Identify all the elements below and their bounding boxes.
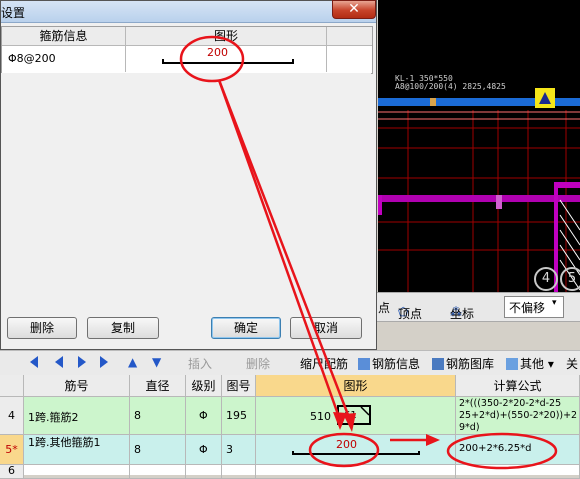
shape-length: 510 — [310, 410, 331, 423]
rebar-grid: 筋号 直径(mm) 级别 图号 图形 计算公式 4 1跨.箍筋2 8 Φ 195… — [0, 375, 580, 479]
cad-canvas[interactable]: KL-1 350*550 A8@100/200(4) 2825,4825 4 5 — [378, 0, 580, 292]
shape-inner-value: 61 — [344, 410, 357, 421]
row-header-corner — [0, 375, 24, 397]
empty-cell[interactable] — [456, 465, 580, 479]
col-bar-number[interactable]: 筋号 — [24, 375, 130, 397]
grade-cell[interactable]: Φ — [186, 397, 222, 435]
scale-rebar-button[interactable]: 缩尺配筋 — [300, 355, 348, 372]
figure-cell[interactable]: 195 — [222, 397, 256, 435]
close-icon: ✕ — [348, 1, 360, 17]
straight-bar-shape — [162, 59, 294, 64]
straight-bar-shape — [292, 451, 420, 455]
col-diameter[interactable]: 直径(mm) — [130, 375, 186, 415]
library-icon — [432, 358, 444, 370]
close-button[interactable]: ✕ — [332, 0, 376, 19]
header-filler — [327, 27, 372, 46]
first-record-icon[interactable] — [30, 356, 38, 368]
offset-select[interactable]: 不偏移 ▾ — [504, 296, 564, 318]
stirrup-table: 箍筋信息 图形 Φ8@200 200 — [1, 26, 373, 74]
up-arrow-icon[interactable]: ▲ — [128, 355, 137, 369]
axis-number-4: 4 — [534, 267, 558, 291]
diameter-cell[interactable]: 8 — [130, 435, 186, 465]
empty-cell[interactable] — [222, 465, 256, 479]
rebar-info-button[interactable]: 钢筋信息 — [358, 355, 420, 372]
formula-line: 9*d) — [459, 422, 480, 433]
stirrup-settings-dialog: 设置 ✕ 箍筋信息 图形 Φ8@200 200 删除 复制 确定 取消 — [0, 0, 377, 350]
stirrup-info-cell[interactable]: Φ8@200 — [2, 46, 126, 72]
delete-button[interactable]: 删除 — [7, 317, 77, 339]
col-stirrup-info[interactable]: 箍筋信息 — [2, 27, 126, 46]
formula-line: 25+2*d)+(550-2*20))+2 — [459, 410, 578, 421]
stirrup-label: A8@100/200(4) 2825,4825 — [395, 82, 506, 91]
empty-cell[interactable] — [186, 465, 222, 479]
shape-length: 200 — [336, 438, 357, 451]
formula-line: 2*(((350-2*20-2*d-25 — [459, 398, 562, 409]
shape-cell[interactable]: 200 — [126, 46, 327, 72]
snap-toolbar: 点 ⬠ 顶点 ⁂ 坐标 不偏移 ▾ — [372, 292, 580, 322]
stirrup-shape: 61 — [337, 405, 371, 425]
prev-record-icon[interactable] — [55, 356, 63, 368]
axis-number-5: 5 — [560, 267, 580, 291]
dialog-titlebar[interactable]: 设置 ✕ — [1, 0, 376, 23]
rebar-info-icon — [358, 358, 370, 370]
delete-row-button[interactable]: 删除 — [246, 355, 270, 372]
close-panel-button[interactable]: 关 — [566, 355, 578, 372]
empty-cell[interactable] — [24, 465, 130, 479]
shape-cell[interactable]: 200 — [256, 435, 456, 465]
insert-button[interactable]: 插入 — [188, 355, 212, 372]
col-shape[interactable]: 图形 — [256, 375, 456, 397]
cad-gridlines — [378, 0, 580, 292]
empty-cell[interactable] — [256, 465, 456, 479]
other-icon — [506, 358, 518, 370]
col-grade[interactable]: 级别 — [186, 375, 222, 397]
formula-cell[interactable]: 200+2*6.25*d — [456, 435, 580, 465]
next-record-icon[interactable] — [78, 356, 86, 368]
rebar-library-button[interactable]: 钢筋图库 — [432, 355, 494, 372]
col-formula[interactable]: 计算公式 — [456, 375, 580, 397]
row-number[interactable]: 6 — [0, 465, 24, 479]
bar-name[interactable]: 1跨.箍筋2 — [24, 397, 130, 435]
dialog-body — [1, 73, 371, 311]
diameter-cell[interactable]: 8 — [130, 397, 186, 435]
empty-cell[interactable] — [130, 465, 186, 479]
point-snap-label[interactable]: 点 — [378, 299, 390, 316]
copy-button[interactable]: 复制 — [87, 317, 159, 339]
bar-name[interactable]: 1跨.其他箍筋1 — [24, 435, 130, 465]
dialog-title: 设置 — [1, 6, 26, 20]
rebar-toolbar: ▲ ▼ 插入 删除 缩尺配筋 钢筋信息 钢筋图库 其他 ▾ 关 — [0, 350, 580, 375]
row-number[interactable]: 5* — [0, 435, 24, 465]
row-number[interactable]: 4 — [0, 397, 24, 435]
down-arrow-icon[interactable]: ▼ — [152, 355, 161, 369]
ok-button[interactable]: 确定 — [211, 317, 281, 339]
formula-cell[interactable]: 2*(((350-2*20-2*d-25 25+2*d)+(550-2*20))… — [456, 397, 580, 435]
last-record-icon[interactable] — [100, 356, 108, 368]
shape-cell[interactable]: 510 61 — [256, 397, 456, 435]
figure-cell[interactable]: 3 — [222, 435, 256, 465]
grade-cell[interactable]: Φ — [186, 435, 222, 465]
other-menu[interactable]: 其他 ▾ — [506, 355, 554, 372]
cancel-button[interactable]: 取消 — [290, 317, 362, 339]
chevron-down-icon: ▾ — [552, 298, 557, 308]
col-figure-no[interactable]: 图号 — [222, 375, 256, 397]
